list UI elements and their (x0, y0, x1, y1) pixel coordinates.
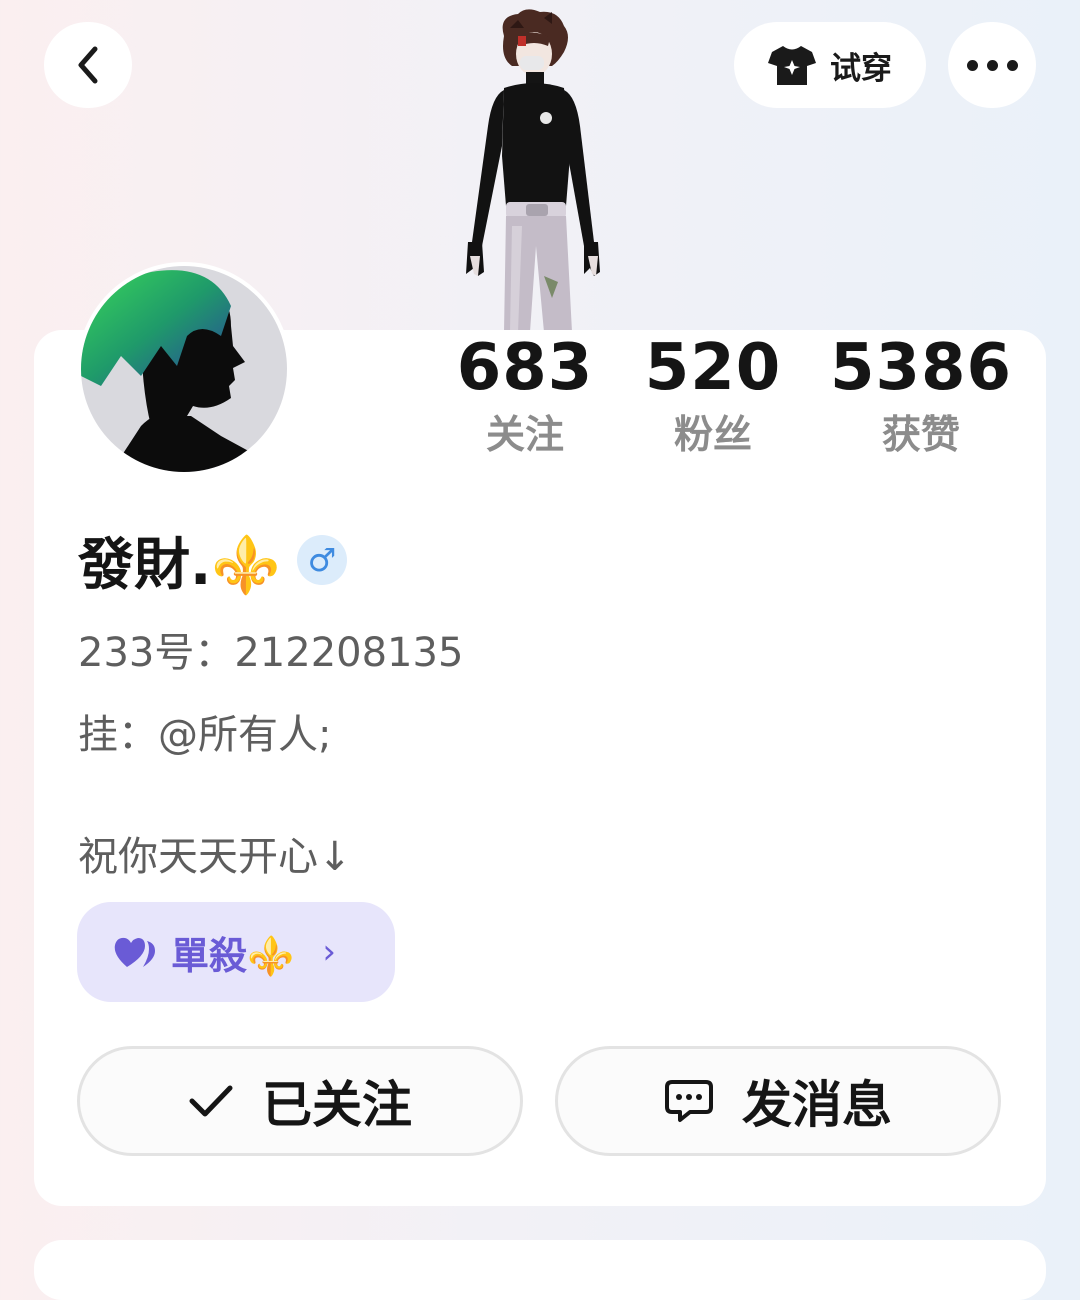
stat-following-value: 683 (456, 331, 594, 405)
stat-likes-label: 获赞 (881, 413, 960, 458)
bio-line-2: 祝你天天开心↓ (78, 834, 352, 880)
more-dots-icon (966, 59, 1018, 71)
send-message-button[interactable]: 发消息 (555, 1046, 1001, 1156)
username: 發財.⚜️ (78, 532, 281, 598)
chat-bubble-icon (665, 1080, 713, 1122)
followed-button[interactable]: 已关注 (77, 1046, 523, 1156)
stat-followers-value: 520 (644, 331, 782, 405)
stat-likes[interactable]: 5386 获赞 (826, 330, 1016, 466)
avatar-3d-figure[interactable] (448, 6, 618, 332)
hearts-icon (114, 937, 155, 967)
name-row: 發財.⚜️ ♂ (78, 522, 347, 598)
send-message-label: 发消息 (742, 1076, 892, 1134)
try-on-label: 试穿 (830, 50, 892, 87)
group-tag-button[interactable]: 單殺⚜️ › (77, 902, 395, 1002)
next-section-card (34, 1240, 1046, 1300)
user-id: 233号：212208135 (78, 630, 464, 676)
bio-line-1: 挂：@所有人; (78, 712, 332, 758)
chevron-left-icon (78, 46, 98, 84)
tshirt-icon (768, 46, 816, 85)
stat-following[interactable]: 683 关注 (450, 330, 600, 466)
stat-followers[interactable]: 520 粉丝 (640, 330, 786, 466)
try-on-button[interactable]: 试穿 (734, 22, 926, 108)
followed-label: 已关注 (262, 1076, 412, 1134)
more-button[interactable] (948, 22, 1036, 108)
avatar-image (81, 266, 287, 472)
stat-followers-label: 粉丝 (673, 413, 752, 458)
stat-likes-value: 5386 (829, 331, 1013, 405)
avatar[interactable] (77, 262, 291, 476)
back-button[interactable] (44, 22, 132, 108)
stat-following-label: 关注 (485, 413, 564, 458)
chevron-right-icon: › (322, 932, 336, 972)
group-tag-label: 單殺⚜️ (171, 933, 295, 978)
gender-male-icon: ♂ (297, 535, 347, 585)
check-icon (189, 1085, 233, 1117)
